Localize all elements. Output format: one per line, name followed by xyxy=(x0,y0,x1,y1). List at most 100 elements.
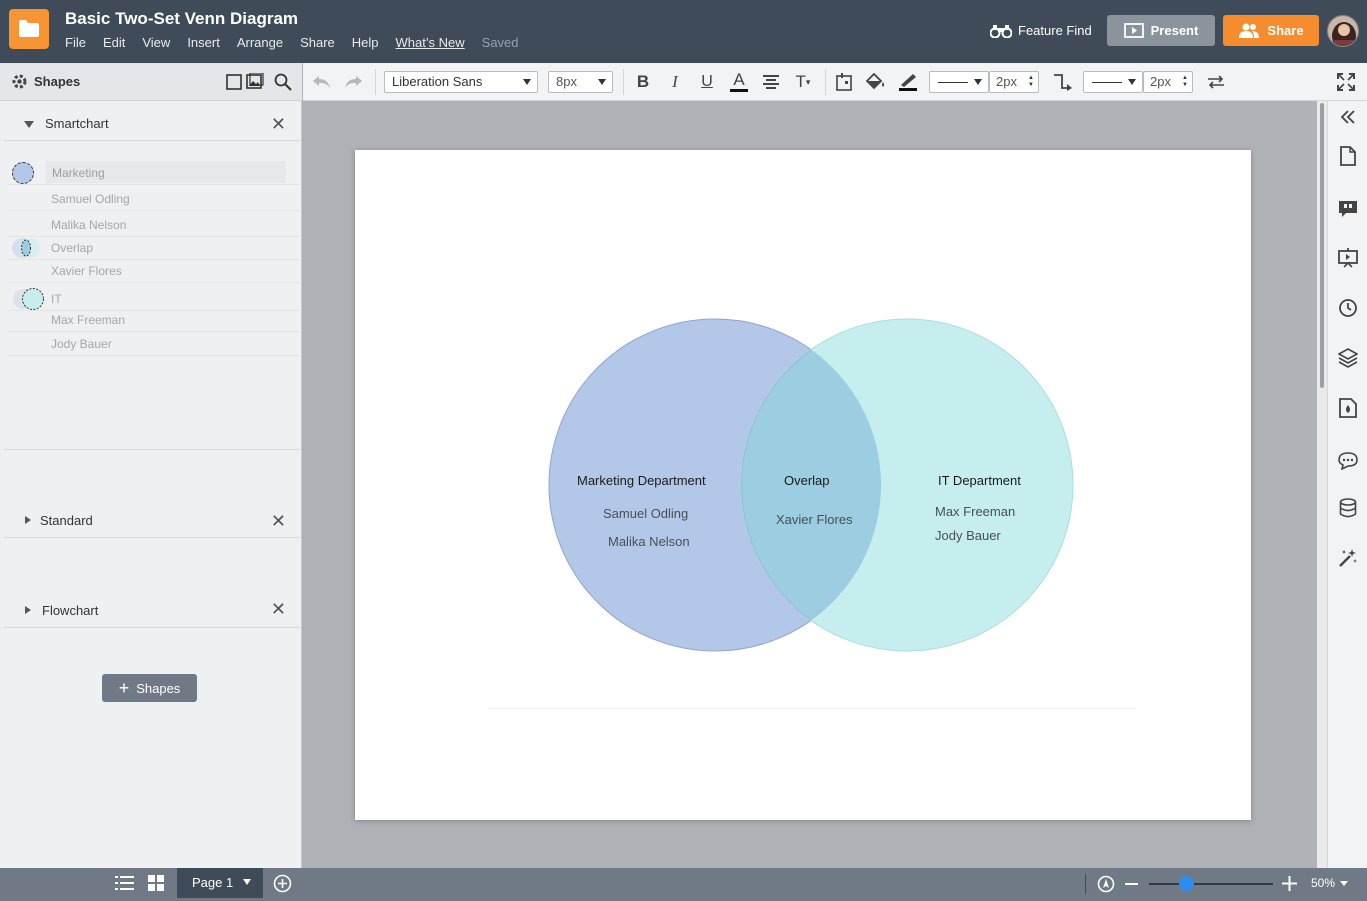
menu-help[interactable]: Help xyxy=(352,35,379,50)
venn-left-member[interactable]: Samuel Odling xyxy=(603,506,688,521)
shape-options-icon[interactable] xyxy=(834,72,854,92)
standard-section-header[interactable]: Standard ✕ xyxy=(4,504,300,538)
add-page-icon[interactable] xyxy=(273,874,292,898)
smartchart-row[interactable]: Jody Bauer xyxy=(8,332,300,356)
user-avatar[interactable] xyxy=(1327,15,1359,47)
expand-arrow-icon[interactable] xyxy=(25,606,31,614)
smartchart-row-label: Jody Bauer xyxy=(51,337,112,351)
smartchart-row[interactable]: Xavier Flores xyxy=(8,259,300,283)
text-options-icon[interactable]: T ▾ xyxy=(793,72,813,92)
line-end-width-input[interactable]: 2px ▲ ▼ xyxy=(1143,71,1193,93)
redo-icon[interactable] xyxy=(343,72,363,92)
history-clock-icon[interactable] xyxy=(1337,297,1359,319)
image-icon[interactable] xyxy=(246,73,264,90)
smartchart-row-label: Overlap xyxy=(51,241,94,255)
feature-find-button[interactable]: Feature Find xyxy=(990,23,1092,38)
expand-arrow-icon[interactable] xyxy=(25,516,31,524)
venn-left-title[interactable]: Marketing Department xyxy=(577,473,706,488)
document-title[interactable]: Basic Two-Set Venn Diagram xyxy=(65,9,298,29)
venn-right-member[interactable]: Max Freeman xyxy=(935,504,1015,519)
flowchart-section-header[interactable]: Flowchart ✕ xyxy=(4,594,300,628)
smartchart-row[interactable]: Malika Nelson xyxy=(8,213,300,237)
align-center-icon[interactable] xyxy=(761,72,781,92)
navigate-compass-icon[interactable] xyxy=(1097,875,1115,898)
comment-icon[interactable] xyxy=(1337,450,1359,472)
shapes-panel-header: Shapes xyxy=(0,63,302,101)
collapse-panel-icon[interactable] xyxy=(1337,106,1359,128)
layers-icon[interactable] xyxy=(1337,347,1359,369)
menu-whats-new[interactable]: What’s New xyxy=(396,35,465,50)
folder-icon[interactable] xyxy=(9,9,49,49)
menu-arrange[interactable]: Arrange xyxy=(237,35,283,50)
zoom-in-icon[interactable] xyxy=(1282,876,1297,896)
stepper-icon[interactable]: ▲ ▼ xyxy=(1028,75,1034,89)
theme-drop-icon[interactable] xyxy=(1337,397,1359,419)
square-shape-icon[interactable] xyxy=(226,74,242,90)
list-view-icon[interactable] xyxy=(115,875,134,896)
venn-left-member[interactable]: Malika Nelson xyxy=(608,534,690,549)
venn-right-member[interactable]: Jody Bauer xyxy=(935,528,1001,543)
zoom-out-icon[interactable] xyxy=(1125,883,1138,885)
page-tab[interactable]: Page 1 xyxy=(177,868,263,898)
add-shapes-button[interactable]: + Shapes xyxy=(102,674,197,702)
gear-icon[interactable] xyxy=(11,73,28,90)
zoom-slider-handle[interactable] xyxy=(1178,876,1194,891)
venn-right-title[interactable]: IT Department xyxy=(938,473,1021,488)
swap-arrows-icon[interactable] xyxy=(1206,72,1226,92)
page-settings-icon[interactable] xyxy=(1337,145,1359,167)
menu-bar: File Edit View Insert Arrange Share Help… xyxy=(65,35,519,50)
plus-icon: + xyxy=(118,678,130,698)
smartchart-label: Smartchart xyxy=(45,116,109,131)
menu-insert[interactable]: Insert xyxy=(187,35,220,50)
share-button[interactable]: Share xyxy=(1223,15,1319,46)
vertical-scrollbar[interactable] xyxy=(1317,101,1327,868)
zoom-select[interactable]: 50% xyxy=(1311,876,1349,890)
underline-icon[interactable]: U xyxy=(697,72,717,92)
menu-share[interactable]: Share xyxy=(300,35,335,50)
smartchart-row-overlap[interactable]: Overlap xyxy=(8,236,300,260)
smartchart-row-label: Max Freeman xyxy=(51,313,126,327)
venn-overlap-title[interactable]: Overlap xyxy=(784,473,830,488)
page-tab-label: Page 1 xyxy=(192,875,234,890)
close-icon[interactable]: ✕ xyxy=(271,512,286,530)
collapse-arrow-icon[interactable] xyxy=(24,121,34,128)
line-style-select[interactable] xyxy=(929,71,989,93)
grid-view-icon[interactable] xyxy=(148,875,165,897)
zoom-value: 50% xyxy=(1311,876,1336,890)
document-page[interactable]: Marketing Department Samuel Odling Malik… xyxy=(355,150,1251,820)
menu-edit[interactable]: Edit xyxy=(103,35,125,50)
font-size-select[interactable]: 8px xyxy=(548,71,613,93)
close-icon[interactable]: ✕ xyxy=(271,115,286,133)
line-end-select[interactable] xyxy=(1083,71,1143,93)
connector-style-icon[interactable] xyxy=(1053,72,1073,92)
smartchart-row-marketing[interactable]: Marketing xyxy=(8,161,300,185)
text-color-icon[interactable]: A xyxy=(729,71,749,92)
magic-wand-icon[interactable] xyxy=(1337,547,1359,569)
database-icon[interactable] xyxy=(1337,497,1359,519)
quote-icon[interactable] xyxy=(1337,198,1359,220)
menu-file[interactable]: File xyxy=(65,35,86,50)
chevron-down-icon[interactable] xyxy=(243,879,251,885)
smartchart-row[interactable]: Max Freeman xyxy=(8,308,300,332)
presentation-icon[interactable] xyxy=(1337,247,1359,269)
fullscreen-icon[interactable] xyxy=(1336,72,1356,92)
venn-overlap-member[interactable]: Xavier Flores xyxy=(776,512,853,527)
zoom-slider-track[interactable] xyxy=(1149,883,1273,885)
fill-color-icon[interactable] xyxy=(866,72,886,92)
canvas[interactable]: Marketing Department Samuel Odling Malik… xyxy=(303,101,1317,868)
menu-view[interactable]: View xyxy=(142,35,170,50)
close-icon[interactable]: ✕ xyxy=(271,600,286,618)
line-color-icon[interactable] xyxy=(898,72,918,92)
scrollbar-thumb[interactable] xyxy=(1320,103,1324,388)
saved-status: Saved xyxy=(481,35,519,50)
font-family-select[interactable]: Liberation Sans xyxy=(384,71,538,93)
smartchart-row[interactable]: Samuel Odling xyxy=(8,187,300,211)
stepper-icon[interactable]: ▲ ▼ xyxy=(1182,75,1188,89)
smartchart-section-header[interactable]: Smartchart ✕ xyxy=(4,107,300,141)
undo-icon[interactable] xyxy=(312,72,332,92)
italic-icon[interactable]: I xyxy=(665,72,685,92)
search-icon[interactable] xyxy=(274,73,292,91)
bold-icon[interactable]: B xyxy=(633,72,653,92)
present-button[interactable]: Present xyxy=(1107,15,1215,46)
line-width-input[interactable]: 2px ▲ ▼ xyxy=(989,71,1039,93)
